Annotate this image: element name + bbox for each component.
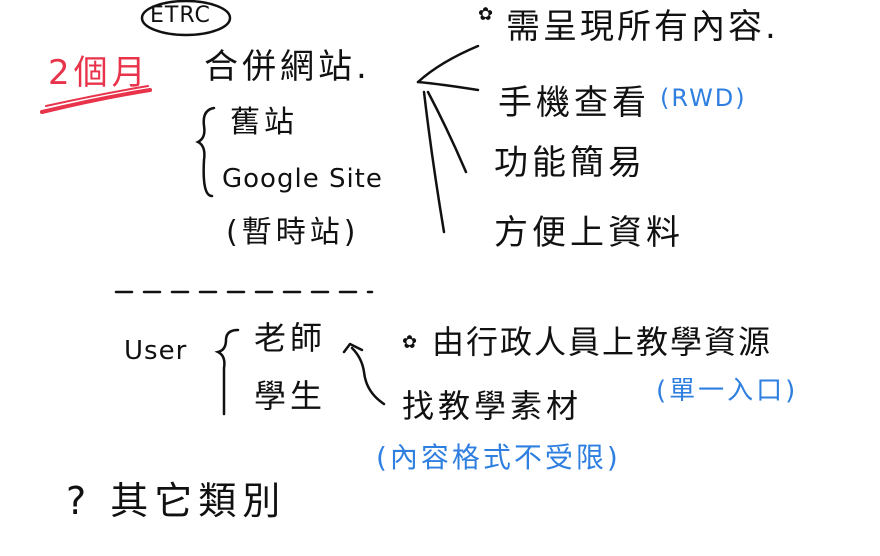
show-all-content-note: 需呈現所有內容. <box>506 7 779 47</box>
curved-arrow <box>350 346 386 406</box>
find-material-label: 找教學素材 <box>402 387 583 425</box>
user-teacher: 老師 <box>254 319 327 357</box>
duration-label: 2個月 <box>48 53 150 93</box>
sources-brace <box>195 106 216 198</box>
star-bullet-1: ✿ <box>478 4 494 25</box>
merge-site-heading: 合併網站. <box>204 47 371 87</box>
whiteboard-canvas: ETRC 2個月 合併網站. 舊站 Google Site (暫時站) ✿ 需呈… <box>0 0 880 556</box>
rwd-note: (RWD) <box>660 84 747 112</box>
single-entry-note: (單一入口) <box>656 376 799 406</box>
staff-upload-note: 由行政人員上教學資源 <box>432 323 773 361</box>
req-simple-function: 功能簡易 <box>494 143 646 183</box>
user-label: User <box>124 336 188 366</box>
fan-line-bottom <box>422 90 446 234</box>
req-easy-upload: 方便上資料 <box>494 213 684 253</box>
other-categories-question: ? 其它類別 <box>66 479 287 523</box>
user-student: 學生 <box>254 377 327 415</box>
fan-line-mid <box>416 80 480 92</box>
format-unrestricted-note: (內容格式不受限) <box>376 441 621 474</box>
source-old-site: 舊站 <box>230 105 298 140</box>
user-brace <box>214 328 240 416</box>
star-bullet-2: ✿ <box>402 332 418 353</box>
req-mobile-view: 手機查看 <box>498 83 650 123</box>
red-underline <box>40 88 152 114</box>
source-google-site: Google Site <box>222 164 383 194</box>
etrc-label: ETRC <box>150 3 211 28</box>
fan-line-top <box>416 44 480 84</box>
source-temp-site: (暫時站) <box>226 215 360 250</box>
